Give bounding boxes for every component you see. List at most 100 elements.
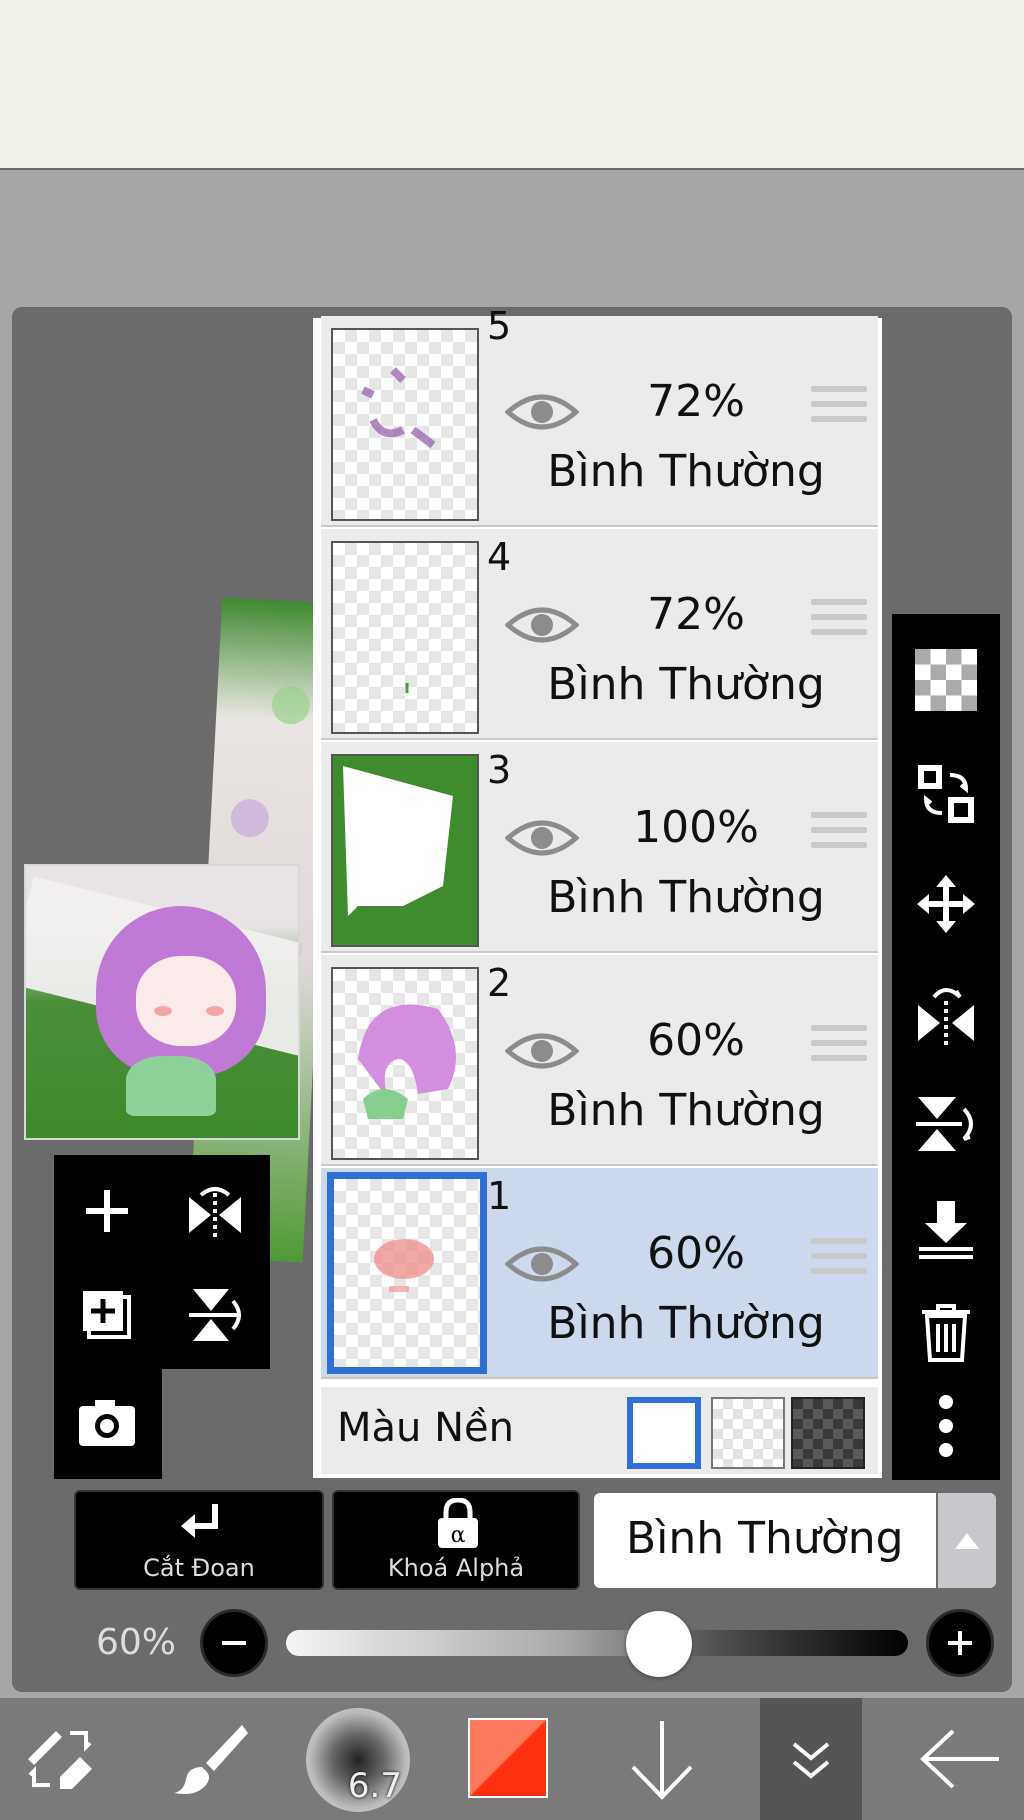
plus-icon: [86, 1190, 128, 1232]
clipping-button[interactable]: Cắt Đoan: [74, 1490, 324, 1590]
layer-thumbnail: [331, 328, 479, 521]
drag-handle-icon[interactable]: [811, 386, 867, 436]
trash-icon: [922, 1304, 970, 1362]
flip-horizontal-button[interactable]: [170, 1166, 260, 1256]
move-down-button[interactable]: [612, 1698, 712, 1820]
blend-mode-value: Bình Thường: [626, 1513, 904, 1564]
layer-number: 1: [487, 1174, 512, 1218]
opacity-increase-button[interactable]: [926, 1609, 994, 1677]
add-layer-button[interactable]: [62, 1166, 152, 1256]
layer-blend-mode: Bình Thường: [547, 1298, 825, 1349]
flip-layer-horizontal-button[interactable]: [892, 964, 1000, 1064]
background-transparent-option[interactable]: [711, 1397, 785, 1469]
flip-vertical-button[interactable]: [170, 1270, 260, 1360]
pen-eraser-swap-icon: [28, 1731, 92, 1789]
more-options-button[interactable]: [892, 1376, 1000, 1476]
move-layer-button[interactable]: [892, 854, 1000, 954]
brush-icon: [174, 1725, 248, 1794]
layer-opacity: 60%: [647, 1015, 745, 1066]
brush-size-value: 6.7: [347, 1766, 402, 1806]
triangle-up-icon: [955, 1532, 979, 1549]
swap-icon: [918, 765, 974, 823]
layer-row[interactable]: 4 72% Bình Thường: [321, 529, 878, 740]
layer-row[interactable]: 3 100% Bình Thường: [321, 742, 878, 953]
layers-list: 5 72% Bình Thường 4 72% Bình Thường 3 10…: [313, 304, 882, 1478]
eye-icon[interactable]: [505, 816, 579, 860]
duplicate-layer-button[interactable]: [62, 1270, 152, 1360]
brush-tool-button[interactable]: [160, 1698, 260, 1820]
delete-layer-button[interactable]: [892, 1282, 1000, 1382]
layer-thumbnail: [331, 754, 479, 947]
color-picker-button[interactable]: [468, 1718, 548, 1798]
opacity-slider-thumb[interactable]: [626, 1611, 693, 1677]
merge-down-icon: [919, 1201, 973, 1259]
drag-handle-icon[interactable]: [811, 1238, 867, 1288]
layer-blend-mode: Bình Thường: [547, 659, 825, 710]
canvas-preview[interactable]: [24, 864, 300, 1140]
layer-thumbnail: [331, 967, 479, 1160]
clipping-label: Cắt Đoan: [143, 1554, 255, 1582]
layer-thumbnail: [327, 1172, 487, 1374]
blend-mode-dropdown-button[interactable]: [938, 1493, 996, 1588]
camera-icon: [79, 1400, 135, 1446]
chevron-double-down-icon: [792, 1742, 830, 1779]
arrow-left-icon: [920, 1729, 999, 1789]
merge-down-button[interactable]: [892, 1180, 1000, 1280]
layer-number: 2: [487, 961, 512, 1005]
layer-blend-mode: Bình Thường: [547, 1085, 825, 1136]
opacity-slider-track[interactable]: [286, 1630, 908, 1656]
layer-opacity: 72%: [647, 376, 745, 427]
eye-icon[interactable]: [505, 1242, 579, 1286]
drag-handle-icon[interactable]: [811, 1025, 867, 1075]
flip-layer-vertical-button[interactable]: [892, 1074, 1000, 1174]
alpha-lock-label: Khoá Alphả: [387, 1554, 525, 1582]
more-vertical-icon: [939, 1395, 953, 1457]
layer-opacity: 72%: [647, 589, 745, 640]
blend-mode-select[interactable]: Bình Thường: [594, 1493, 936, 1588]
layer-row-selected[interactable]: 1 60% Bình Thường: [321, 1168, 878, 1379]
eye-icon[interactable]: [505, 390, 579, 434]
layer-blend-mode: Bình Thường: [547, 872, 825, 923]
top-bar: [0, 0, 1024, 170]
layer-opacity: 60%: [647, 1228, 745, 1279]
camera-button[interactable]: [62, 1378, 152, 1468]
plus-icon: [948, 1631, 972, 1655]
opacity-decrease-button[interactable]: [200, 1609, 268, 1677]
alpha-lock-button[interactable]: α Khoá Alphả: [332, 1490, 580, 1590]
flip-horizontal-icon: [189, 1187, 241, 1237]
duplicate-icon: [83, 1291, 131, 1339]
flip-horizontal-icon: [918, 988, 974, 1045]
layer-number: 4: [487, 535, 512, 579]
transparency-button[interactable]: [892, 630, 1000, 730]
clipping-arrow-icon: [181, 1504, 218, 1538]
layer-number: 3: [487, 748, 512, 792]
layer-opacity: 100%: [633, 802, 759, 853]
background-color-row: Màu Nền: [321, 1387, 878, 1474]
eye-icon[interactable]: [505, 603, 579, 647]
layer-row[interactable]: 5 72% Bình Thường: [321, 304, 878, 527]
checker-icon: [915, 649, 977, 711]
back-button[interactable]: [906, 1698, 1016, 1820]
move-icon: [917, 875, 975, 933]
canvas-background: [0, 172, 1024, 307]
flip-vertical-icon: [916, 1097, 973, 1151]
layer-right-toolbar: [892, 614, 1000, 1480]
lock-alpha-icon: α: [438, 1498, 478, 1548]
background-white-option[interactable]: [627, 1397, 701, 1469]
tool-switch-button[interactable]: [10, 1698, 110, 1820]
flip-vertical-icon: [189, 1289, 241, 1341]
layer-row[interactable]: 2 60% Bình Thường: [321, 955, 878, 1166]
background-dark-option[interactable]: [791, 1397, 865, 1469]
opacity-value-label: 60%: [96, 1622, 177, 1663]
svg-text:α: α: [451, 1523, 466, 1548]
layer-panel-toggle-button[interactable]: [760, 1698, 862, 1820]
eye-icon[interactable]: [505, 1029, 579, 1073]
drag-handle-icon[interactable]: [811, 599, 867, 649]
layer-number: 5: [487, 304, 512, 348]
brush-size-button[interactable]: 6.7: [306, 1708, 410, 1812]
bottom-toolbar: 6.7: [0, 1698, 1024, 1820]
drag-handle-icon[interactable]: [811, 812, 867, 862]
layer-thumbnail: [331, 541, 479, 734]
swap-layer-button[interactable]: [892, 744, 1000, 844]
arrow-down-icon: [631, 1721, 693, 1800]
